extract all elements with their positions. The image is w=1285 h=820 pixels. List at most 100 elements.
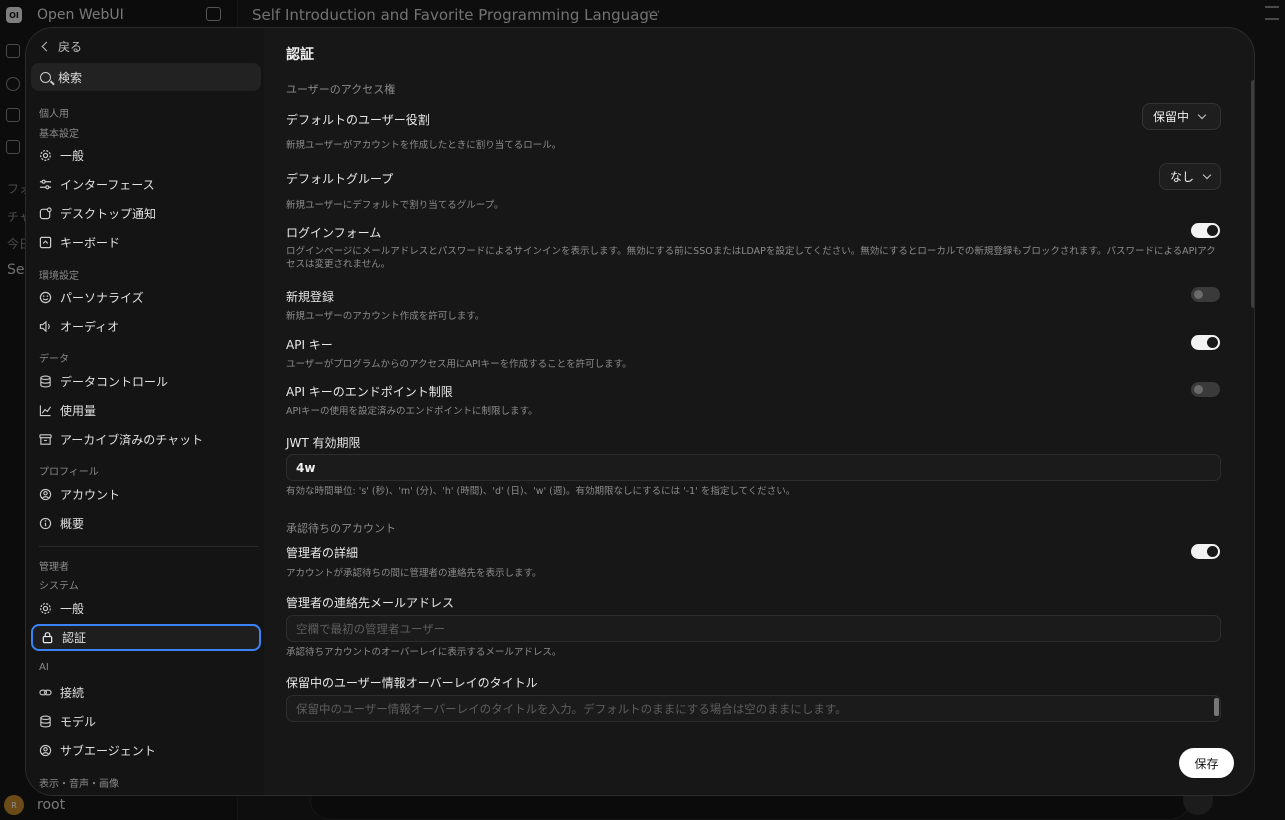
- nav-item-label: 一般: [60, 149, 85, 163]
- notification-icon: [39, 207, 52, 220]
- pending-title-input[interactable]: [286, 695, 1221, 722]
- section-profile: プロフィール: [39, 467, 99, 478]
- nav-item-interface[interactable]: インターフェース: [31, 171, 261, 198]
- default-role-desc: 新規ユーザーがアカウントを作成したときに割り当てるロール。: [286, 140, 562, 151]
- nav-item-label: オーディオ: [60, 320, 120, 334]
- nav-item-archived[interactable]: アーカイブ済みのチャット: [31, 426, 261, 453]
- admin-details-desc: アカウントが承認待ちの間に管理者の連絡先を表示します。: [286, 568, 542, 579]
- nav-item-label: デスクトップ通知: [60, 207, 157, 221]
- section-heading-pending: 承認待ちのアカウント: [286, 522, 396, 535]
- chart-icon: [39, 404, 52, 417]
- textarea-scrollbar[interactable]: [1214, 698, 1219, 716]
- admin-email-label: 管理者の連絡先メールアドレス: [286, 596, 455, 610]
- nav-item-label: サブエージェント: [60, 744, 156, 758]
- jwt-desc: 有効な時間単位: 's' (秒)、'm' (分)、'h' (時間)、'd' (日…: [286, 486, 796, 497]
- archive-icon: [39, 433, 52, 446]
- save-button[interactable]: 保存: [1179, 748, 1234, 778]
- nav-item-general[interactable]: 一般: [31, 142, 261, 169]
- nav-item-label: アーカイブ済みのチャット: [60, 433, 204, 447]
- chevron-down-icon: [1202, 170, 1212, 180]
- nav-item-subagents[interactable]: サブエージェント: [31, 737, 261, 764]
- nav-item-auth[interactable]: 認証: [31, 624, 261, 651]
- database-icon: [39, 715, 52, 728]
- nav-item-notifications[interactable]: デスクトップ通知: [31, 200, 261, 227]
- api-keys-toggle[interactable]: [1191, 335, 1220, 350]
- signup-toggle[interactable]: [1191, 287, 1220, 302]
- back-button[interactable]: 戻る: [40, 37, 82, 55]
- default-group-select[interactable]: なし: [1159, 163, 1221, 190]
- user-circle-icon: [39, 744, 52, 757]
- nav-divider: [39, 546, 259, 547]
- nav-item-label: 認証: [62, 631, 87, 645]
- nav-item-label: データコントロール: [60, 375, 169, 389]
- user-circle-icon: [39, 488, 52, 501]
- database-icon: [39, 375, 52, 388]
- section-basic: 基本設定: [39, 129, 79, 140]
- settings-search[interactable]: 検索: [31, 63, 261, 91]
- chevron-left-icon: [41, 41, 52, 51]
- default-role-value: 保留中: [1153, 110, 1190, 124]
- nav-item-label: キーボード: [60, 236, 121, 250]
- nav-item-label: インターフェース: [60, 178, 155, 192]
- api-keys-label: API キー: [286, 338, 333, 352]
- section-admin: 管理者: [39, 562, 69, 573]
- search-icon: [40, 71, 51, 83]
- section-media: 表示・音声・画像: [39, 779, 119, 790]
- nav-item-about[interactable]: 概要: [31, 510, 261, 537]
- default-group-desc: 新規ユーザーにデフォルトで割り当てるグループ。: [286, 200, 504, 211]
- content-scrollbar[interactable]: [1251, 80, 1254, 308]
- nav-item-label: パーソナライズ: [60, 291, 144, 305]
- nav-item-admin-general[interactable]: 一般: [31, 595, 261, 622]
- signup-desc: 新規ユーザーのアカウント作成を許可します。: [286, 311, 485, 322]
- settings-nav: 戻る 検索 個人用 基本設定 一般 インターフェース デスクトップ通知 キーボー…: [26, 28, 264, 795]
- sliders-icon: [39, 178, 52, 191]
- gear-icon: [39, 149, 52, 162]
- nav-item-personalize[interactable]: パーソナライズ: [31, 284, 261, 311]
- api-endpoint-limit-label: API キーのエンドポイント制限: [286, 385, 453, 399]
- section-data: データ: [39, 354, 69, 365]
- default-group-value: なし: [1170, 170, 1195, 184]
- api-endpoint-limit-toggle[interactable]: [1191, 382, 1220, 397]
- face-icon: [39, 291, 52, 304]
- admin-email-desc: 承認待ちアカウントのオーバーレイに表示するメールアドレス。: [286, 647, 562, 658]
- api-keys-desc: ユーザーがプログラムからのアクセス用にAPIキーを作成することを許可します。: [286, 359, 632, 370]
- section-personal: 個人用: [39, 109, 69, 120]
- nav-item-keyboard[interactable]: キーボード: [31, 229, 261, 256]
- link-icon: [39, 686, 52, 699]
- settings-modal: 戻る 検索 個人用 基本設定 一般 インターフェース デスクトップ通知 キーボー…: [25, 27, 1255, 796]
- pending-title-label: 保留中のユーザー情報オーバーレイのタイトル: [286, 676, 538, 690]
- nav-item-models[interactable]: モデル: [31, 708, 261, 735]
- section-environment: 環境設定: [39, 271, 79, 282]
- nav-item-audio[interactable]: オーディオ: [31, 313, 261, 340]
- keyboard-icon: [39, 236, 52, 249]
- nav-item-label: アカウント: [60, 488, 121, 502]
- login-form-desc: ログインページにメールアドレスとパスワードによるサインインを表示します。無効にす…: [286, 246, 1216, 270]
- back-label: 戻る: [58, 39, 83, 54]
- login-form-toggle[interactable]: [1191, 223, 1220, 238]
- nav-item-usage[interactable]: 使用量: [31, 397, 261, 424]
- nav-item-connections[interactable]: 接続: [31, 679, 261, 706]
- admin-details-toggle[interactable]: [1191, 544, 1220, 559]
- chevron-down-icon: [1197, 110, 1207, 120]
- nav-item-label: モデル: [60, 715, 97, 729]
- default-role-select[interactable]: 保留中: [1142, 103, 1221, 130]
- signup-label: 新規登録: [286, 290, 335, 304]
- admin-details-label: 管理者の詳細: [286, 546, 359, 560]
- jwt-label: JWT 有効期限: [286, 436, 361, 450]
- admin-email-input[interactable]: [286, 615, 1221, 642]
- nav-item-account[interactable]: アカウント: [31, 481, 261, 508]
- nav-item-label: 一般: [60, 602, 85, 616]
- jwt-expiry-input[interactable]: [286, 454, 1221, 481]
- gear-icon: [39, 602, 52, 615]
- section-ai: AI: [39, 662, 49, 673]
- lock-icon: [41, 631, 54, 644]
- section-system: システム: [39, 581, 79, 592]
- page-title: 認証: [286, 47, 314, 63]
- search-label: 検索: [58, 70, 83, 85]
- default-role-label: デフォルトのユーザー役割: [286, 113, 430, 127]
- nav-item-label: 概要: [60, 517, 85, 531]
- speaker-icon: [39, 320, 52, 333]
- api-endpoint-limit-desc: APIキーの使用を設定済みのエンドポイントに制限します。: [286, 406, 538, 417]
- section-heading-access: ユーザーのアクセス権: [286, 83, 396, 96]
- nav-item-data-controls[interactable]: データコントロール: [31, 368, 261, 395]
